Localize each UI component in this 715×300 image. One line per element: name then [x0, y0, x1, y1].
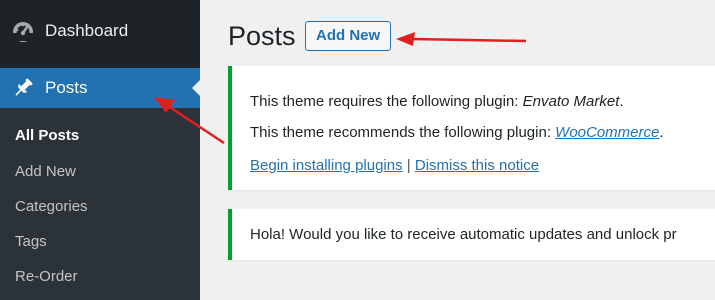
pin-icon — [11, 76, 35, 100]
plugin-notice: This theme requires the following plugin… — [228, 66, 715, 190]
menu-item-posts[interactable]: Posts — [0, 68, 200, 108]
notice-requires-line: This theme requires the following plugin… — [250, 93, 624, 110]
updates-notice-text: Hola! Would you like to receive automati… — [250, 226, 677, 243]
submenu-tags[interactable]: Tags — [15, 233, 47, 250]
notice-requires-text: This theme requires the following plugin… — [250, 93, 523, 110]
add-new-button[interactable]: Add New — [305, 21, 392, 51]
notice-actions: Begin installing plugins | Dismiss this … — [250, 157, 539, 174]
required-plugin-name: Envato Market — [522, 93, 620, 110]
woocommerce-link[interactable]: WooCommerce — [555, 124, 659, 141]
begin-installing-link[interactable]: Begin installing plugins — [250, 157, 403, 174]
menu-label-posts: Posts — [45, 78, 88, 97]
submenu-add-new[interactable]: Add New — [15, 163, 76, 180]
arrow-to-add-new — [396, 32, 527, 46]
submenu-re-order[interactable]: Re-Order — [15, 268, 78, 285]
current-menu-indicator — [192, 80, 200, 96]
notice-recommends-text: This theme recommends the following plug… — [250, 124, 556, 141]
dismiss-notice-link[interactable]: Dismiss this notice — [415, 157, 539, 174]
dashboard-icon — [11, 19, 35, 43]
menu-label-dashboard: Dashboard — [45, 21, 129, 40]
notice-recommends-line: This theme recommends the following plug… — [250, 124, 664, 141]
notice-requires-suffix: . — [619, 93, 624, 110]
submenu-categories[interactable]: Categories — [15, 198, 88, 215]
updates-notice: Hola! Would you like to receive automati… — [228, 209, 715, 260]
admin-sidebar: Dashboard Posts All Posts Add New Catego… — [0, 0, 200, 300]
submenu-all-posts[interactable]: All Posts — [15, 127, 79, 144]
page-title: Posts — [228, 21, 296, 51]
menu-item-dashboard[interactable]: Dashboard — [0, 12, 200, 50]
posts-submenu: All Posts Add New Categories Tags Re-Ord… — [0, 108, 200, 300]
notice-recommends-suffix: . — [659, 124, 664, 141]
link-separator: | — [406, 157, 411, 174]
